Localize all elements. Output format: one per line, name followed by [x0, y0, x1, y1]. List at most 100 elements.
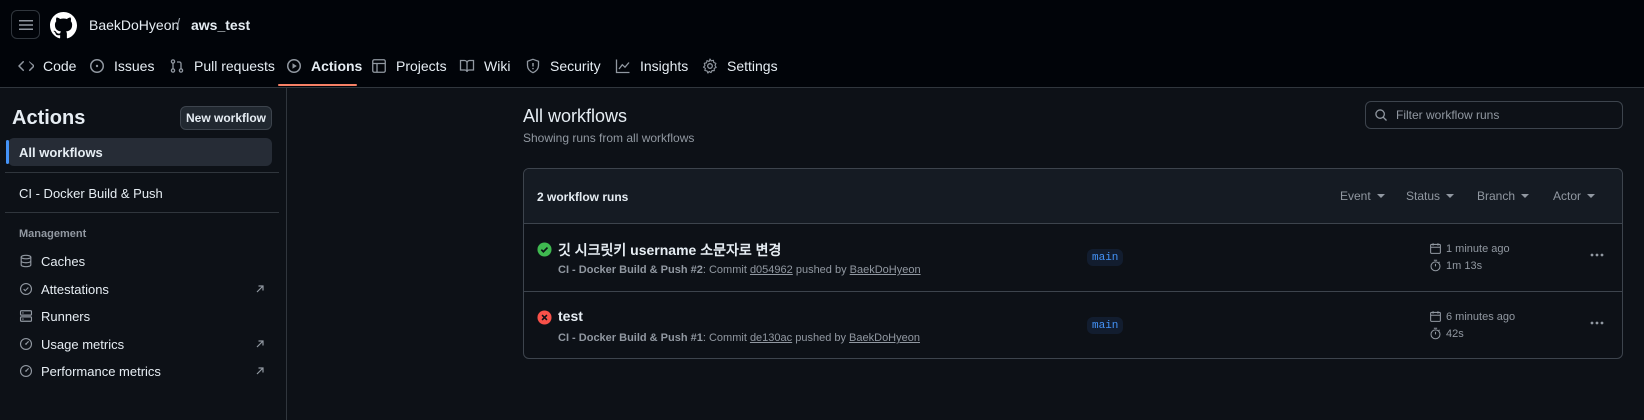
tab-wiki[interactable]: Wiki: [459, 54, 510, 78]
external-link-icon: [256, 367, 264, 375]
tab-label: Actions: [311, 58, 363, 74]
caret-down-icon: [1587, 194, 1596, 198]
commit-prefix: : Commit: [702, 332, 747, 344]
branch-filter-dropdown[interactable]: Branch: [1477, 189, 1530, 203]
duration: 1m 13s: [1446, 259, 1483, 272]
sidebar-item-label: Performance metrics: [41, 363, 161, 379]
tab-label: Pull requests: [194, 58, 275, 74]
sidebar-item-runners[interactable]: Runners: [19, 306, 265, 326]
branch-label[interactable]: main: [1087, 317, 1124, 334]
run-options-button[interactable]: [1588, 314, 1606, 332]
sidebar-item-attestations[interactable]: Attestations: [19, 279, 265, 299]
page-title: All workflows: [523, 106, 628, 126]
duration: 42s: [1446, 327, 1464, 340]
tab-label: Code: [43, 58, 77, 74]
github-logo-icon[interactable]: [50, 12, 77, 39]
run-options-button[interactable]: [1588, 246, 1606, 264]
tab-label: Projects: [396, 58, 447, 74]
sidebar-item-label: Caches: [41, 253, 86, 269]
runs-count: 2 workflow runs: [537, 190, 629, 204]
table-row[interactable]: 깃 시크릿키 username 소문자로 변경 CI - Docker Buil…: [524, 224, 1622, 291]
new-workflow-button[interactable]: New workflow: [180, 106, 272, 130]
commit-link[interactable]: d054962: [750, 264, 793, 276]
tab-label: Settings: [727, 58, 778, 74]
server-icon: [19, 310, 33, 322]
filter-label: Event: [1340, 189, 1371, 203]
kebab-horizontal-icon: [1590, 253, 1604, 257]
filter-runs-input[interactable]: [1396, 108, 1616, 122]
commit-prefix: : Commit: [702, 264, 747, 276]
run-duration: 1m 13s: [1429, 259, 1482, 272]
path-separator: /: [176, 16, 181, 33]
tab-security[interactable]: Security: [525, 54, 601, 78]
tab-label: Wiki: [484, 58, 511, 74]
tab-actions[interactable]: Actions: [286, 54, 362, 78]
filter-label: Status: [1406, 189, 1441, 203]
run-title-link[interactable]: 깃 시크릿키 username 소문자로 변경: [558, 240, 781, 260]
repo-header: BaekDoHyeon / aws_test Code Issues Pull …: [0, 0, 1644, 88]
workflow-runs-list: 2 workflow runs Event Status Branch Acto…: [523, 168, 1623, 359]
actions-sidebar: Actions New workflow All workflows CI - …: [0, 88, 287, 420]
sidebar-item-label: Runners: [41, 308, 91, 324]
status-filter-dropdown[interactable]: Status: [1406, 189, 1455, 203]
run-title-link[interactable]: test: [558, 308, 583, 324]
filter-label: Actor: [1553, 189, 1582, 203]
repo-name-link[interactable]: aws_test: [191, 17, 250, 33]
pushed-by-label: pushed by: [795, 264, 847, 276]
run-meta: CI - Docker Build & Push #1: Commit de13…: [558, 332, 920, 344]
tab-insights[interactable]: Insights: [615, 54, 688, 78]
tab-label: Issues: [114, 58, 155, 74]
hamburger-icon: [18, 19, 33, 30]
caret-down-icon: [1521, 194, 1530, 198]
runs-list-header: 2 workflow runs Event Status Branch Acto…: [524, 169, 1622, 224]
tab-pull-requests[interactable]: Pull requests: [169, 54, 275, 78]
page-subtitle: Showing runs from all workflows: [523, 131, 695, 145]
run-workflow-name: CI - Docker Build & Push #2: [558, 264, 703, 276]
run-time: 6 minutes ago: [1429, 310, 1515, 323]
tab-code[interactable]: Code: [18, 54, 76, 78]
graph-icon: [615, 59, 630, 74]
run-workflow-name: CI - Docker Build & Push #1: [558, 332, 703, 344]
calendar-icon: [1430, 243, 1441, 254]
run-duration: 42s: [1429, 327, 1464, 340]
tab-projects[interactable]: Projects: [371, 54, 447, 78]
actor-link[interactable]: BaekDoHyeon: [849, 332, 920, 344]
x-circle-icon: [537, 310, 552, 325]
sidebar-item-caches[interactable]: Caches: [19, 251, 265, 271]
external-link-icon: [256, 340, 264, 348]
tab-issues[interactable]: Issues: [89, 54, 154, 78]
code-icon: [18, 61, 34, 72]
sidebar-item-label: All workflows: [19, 145, 103, 160]
meter-icon: [19, 364, 33, 378]
sidebar-title: Actions: [12, 107, 86, 129]
branch-label[interactable]: main: [1087, 249, 1124, 266]
actor-filter-dropdown[interactable]: Actor: [1553, 189, 1596, 203]
table-icon: [372, 59, 386, 73]
verified-icon: [19, 282, 33, 296]
sidebar-item-performance-metrics[interactable]: Performance metrics: [19, 361, 265, 381]
stopwatch-icon: [1430, 327, 1441, 340]
database-icon: [20, 254, 32, 268]
menu-button[interactable]: [11, 10, 40, 39]
management-heading: Management: [19, 228, 87, 240]
sidebar-item-usage-metrics[interactable]: Usage metrics: [19, 334, 265, 354]
sidebar-item-workflow[interactable]: CI - Docker Build & Push: [19, 186, 163, 201]
stopwatch-icon: [1430, 259, 1441, 272]
issue-icon: [90, 59, 104, 73]
gear-icon: [702, 58, 717, 74]
time-ago: 1 minute ago: [1446, 242, 1510, 255]
tab-label: Insights: [640, 58, 689, 74]
book-icon: [459, 59, 475, 73]
commit-link[interactable]: de130ac: [750, 332, 792, 344]
table-row[interactable]: test CI - Docker Build & Push #1: Commit…: [524, 291, 1622, 358]
caret-down-icon: [1446, 194, 1455, 198]
tab-settings[interactable]: Settings: [702, 54, 778, 78]
shield-icon: [526, 58, 540, 74]
event-filter-dropdown[interactable]: Event: [1340, 189, 1385, 203]
repo-owner-link[interactable]: BaekDoHyeon: [89, 17, 179, 33]
sidebar-divider: [5, 212, 279, 213]
calendar-icon: [1430, 311, 1441, 322]
filter-runs-field[interactable]: [1365, 101, 1623, 129]
active-tab-indicator: [278, 84, 357, 86]
actor-link[interactable]: BaekDoHyeon: [850, 264, 921, 276]
